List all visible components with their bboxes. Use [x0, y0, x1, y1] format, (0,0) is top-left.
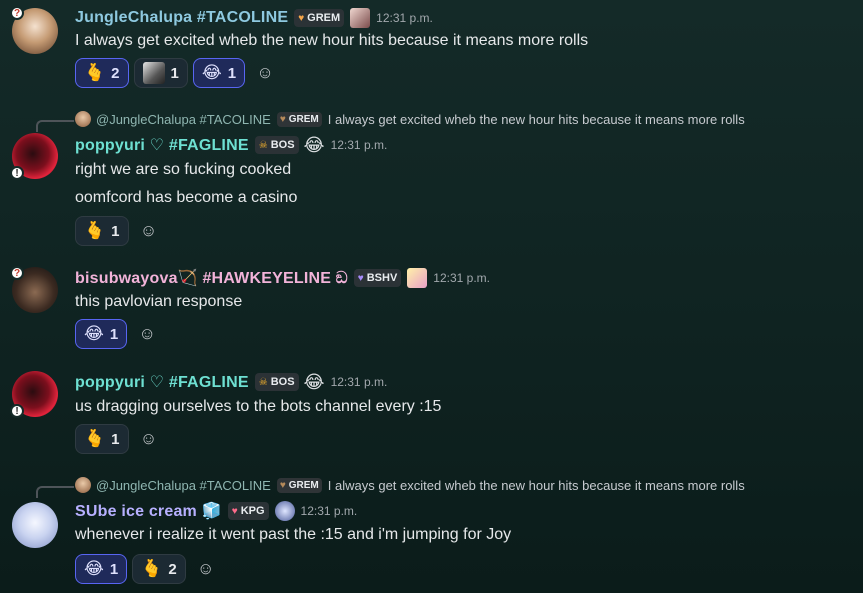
message-text: this pavlovian response: [75, 293, 243, 310]
username[interactable]: SUbe ice cream 🧊: [75, 501, 222, 521]
guild-tag: ♥ GREM: [276, 477, 322, 493]
skull-icon: ☠: [258, 376, 268, 388]
skull-icon: ☠: [258, 139, 268, 151]
reply-avatar: [75, 477, 91, 493]
reply-username[interactable]: @JungleChalupa #TACOLINE: [96, 112, 271, 127]
message-bisub: ? bisubwayova🏹 #HAWKEYELINE ඞ ♥ BSHV 12:3…: [0, 262, 863, 357]
reaction-bar: 🫰 2 1 😂 1 ☺: [75, 58, 280, 88]
guild-tag[interactable]: ☠ BOS: [254, 373, 299, 391]
reply-preview[interactable]: @JungleChalupa #TACOLINE ♥ GREM I always …: [75, 476, 745, 494]
message-text: right we are so fucking cooked: [75, 161, 292, 178]
message-jungle: ? JungleChalupa #TACOLINE ♥ GREM 12:31 p.…: [0, 0, 863, 95]
message-sube-reply: @JungleChalupa #TACOLINE ♥ GREM I always …: [0, 474, 863, 593]
message-poppy: ! poppyuri ♡ #FAGLINE ☠ BOS 😂 12:31 p.m. …: [0, 368, 863, 463]
decoration-image: [274, 501, 295, 521]
smiley-add-icon[interactable]: ☺: [132, 319, 162, 349]
reaction-button[interactable]: 🫰 2: [132, 554, 186, 584]
smiley-add-icon[interactable]: ☺: [250, 58, 280, 88]
heart-icon: ♥: [357, 272, 364, 284]
timestamp[interactable]: 12:31 p.m.: [376, 11, 433, 25]
heart-icon: ♥: [279, 113, 286, 125]
smiley-add-icon[interactable]: ☺: [134, 216, 164, 246]
message-text: oomfcord has become a casino: [75, 189, 298, 206]
guild-tag[interactable]: ♥ KPG: [227, 502, 269, 520]
reply-text: I always get excited wheb the new hour h…: [327, 477, 745, 493]
reaction-bar: 🫰 1 ☺: [75, 424, 164, 454]
laugh-emoji-icon: 😂: [84, 559, 104, 578]
decoration-image: [407, 268, 428, 288]
reply-text: I always get excited wheb the new hour h…: [327, 111, 745, 127]
heart-icon: ♥: [298, 12, 305, 24]
username[interactable]: poppyuri ♡ #FAGLINE: [75, 135, 249, 155]
reply-avatar: [75, 111, 91, 127]
guild-tag[interactable]: ♥ GREM: [294, 9, 345, 27]
message-poppy-reply: @JungleChalupa #TACOLINE ♥ GREM I always …: [0, 108, 863, 248]
reply-preview[interactable]: @JungleChalupa #TACOLINE ♥ GREM I always …: [75, 110, 745, 128]
heart-icon: ♥: [279, 479, 286, 491]
status-badge: !: [10, 404, 24, 418]
reply-username[interactable]: @JungleChalupa #TACOLINE: [96, 478, 271, 493]
status-badge: !: [10, 166, 24, 180]
timestamp[interactable]: 12:31 p.m.: [331, 138, 388, 152]
message-text: us dragging ourselves to the bots channe…: [75, 398, 442, 415]
pinch-emoji-icon: 🫰: [84, 429, 106, 448]
status-badge: ?: [10, 266, 24, 280]
custom-emoji-icon: [142, 62, 165, 84]
reaction-button[interactable]: 🫰 1: [75, 216, 129, 246]
reaction-bar: 🫰 1 ☺: [75, 216, 164, 246]
reaction-button[interactable]: 😂 1: [75, 319, 128, 349]
reaction-button[interactable]: 🫰 2: [75, 58, 129, 88]
timestamp[interactable]: 12:31 p.m.: [301, 504, 358, 518]
laugh-emoji-icon: 😂: [303, 371, 325, 392]
message-text: whenever i realize it went past the :15 …: [75, 526, 512, 543]
pinch-emoji-icon: 🫰: [84, 221, 106, 240]
laugh-emoji-icon: 😂: [303, 134, 325, 155]
guild-tag[interactable]: ♥ BSHV: [353, 269, 402, 287]
guild-tag: ♥ GREM: [276, 111, 322, 127]
timestamp[interactable]: 12:31 p.m.: [331, 375, 388, 389]
timestamp[interactable]: 12:31 p.m.: [433, 271, 490, 285]
reaction-bar: 😂 1 ☺: [75, 319, 162, 349]
reaction-button[interactable]: 😂 1: [75, 554, 128, 584]
decoration-image: [350, 8, 371, 28]
heart-icon: ♥: [231, 505, 238, 517]
laugh-emoji-icon: 😂: [84, 324, 104, 343]
reaction-bar: 😂 1 🫰 2 ☺: [75, 554, 221, 584]
smiley-add-icon[interactable]: ☺: [134, 424, 164, 454]
guild-tag[interactable]: ☠ BOS: [254, 136, 299, 154]
reply-connector: [36, 486, 74, 498]
reply-connector: [36, 120, 74, 132]
pinch-emoji-icon: 🫰: [84, 63, 106, 82]
reaction-button[interactable]: 😂 1: [192, 58, 246, 88]
username[interactable]: JungleChalupa #TACOLINE: [75, 9, 288, 27]
message-text: I always get excited wheb the new hour h…: [75, 32, 589, 49]
reaction-button[interactable]: 1: [133, 58, 188, 88]
reaction-button[interactable]: 🫰 1: [75, 424, 129, 454]
laugh-emoji-icon: 😂: [201, 63, 222, 82]
username[interactable]: bisubwayova🏹 #HAWKEYELINE ඞ: [75, 268, 348, 288]
username[interactable]: poppyuri ♡ #FAGLINE: [75, 372, 249, 392]
pinch-emoji-icon: 🫰: [141, 559, 163, 578]
smiley-add-icon[interactable]: ☺: [191, 554, 221, 584]
avatar[interactable]: [12, 502, 58, 548]
status-badge: ?: [10, 6, 24, 20]
